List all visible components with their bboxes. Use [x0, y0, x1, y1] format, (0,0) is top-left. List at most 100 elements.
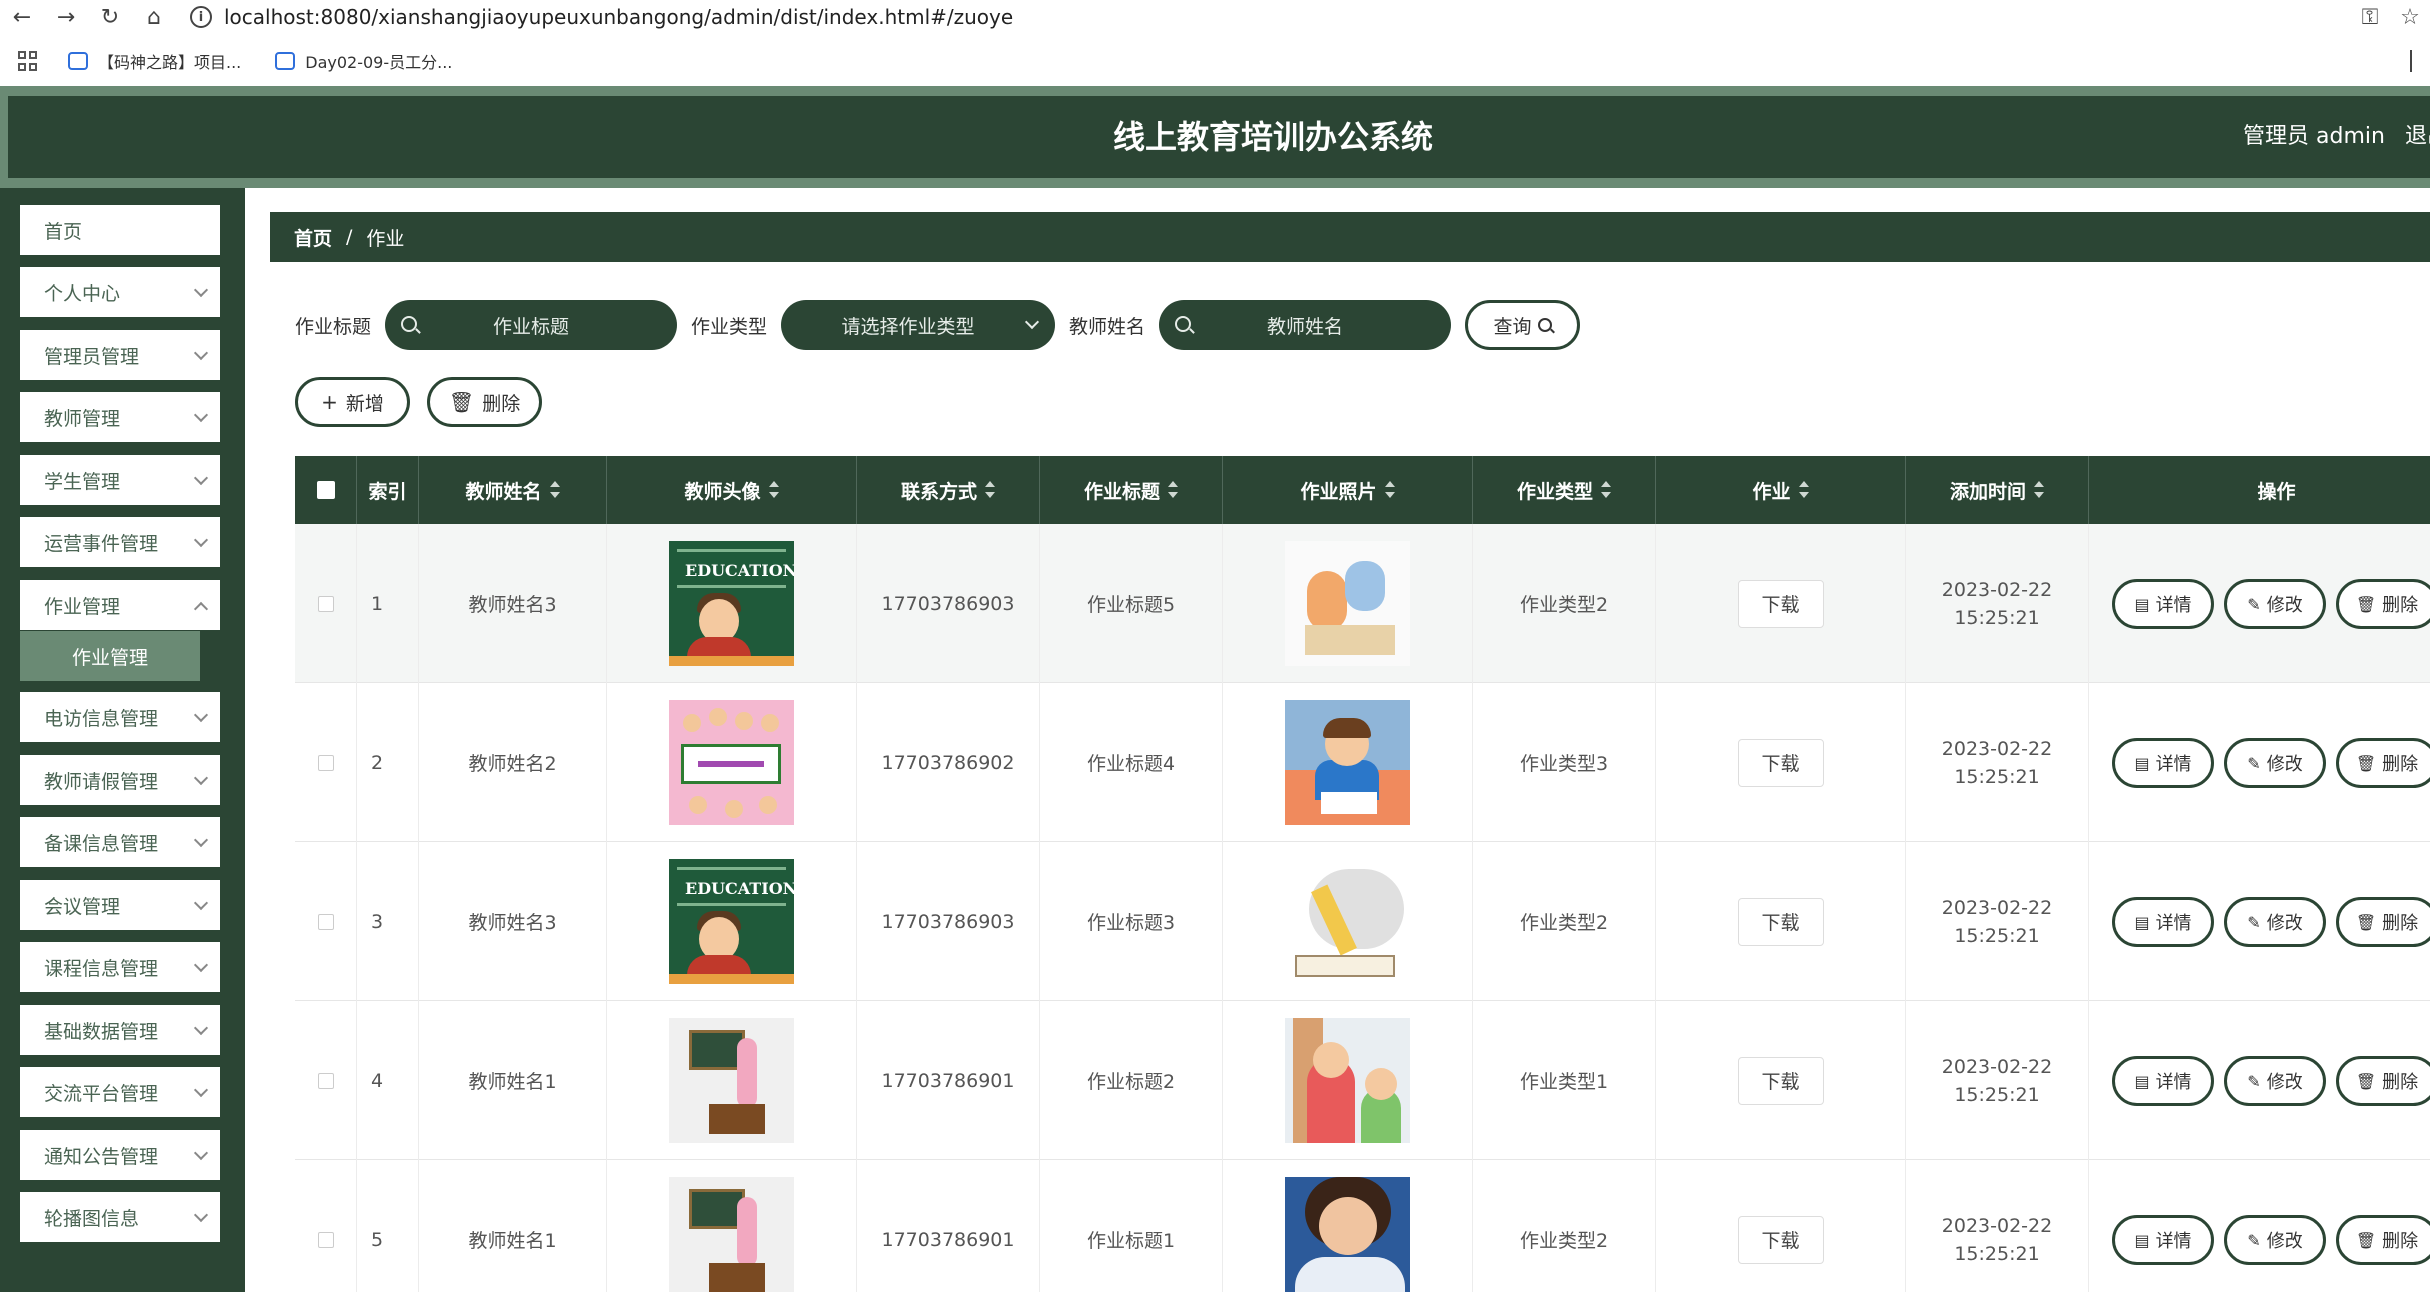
- sidebar-item-course-info[interactable]: 课程信息管理: [20, 942, 220, 992]
- sort-icon[interactable]: [1384, 481, 1395, 499]
- row-delete-button[interactable]: 🗑 删除: [2336, 579, 2430, 629]
- sidebar-item-label: 基础数据管理: [44, 1020, 159, 1043]
- breadcrumb-home[interactable]: 首页: [294, 224, 332, 251]
- detail-button[interactable]: ▤ 详情: [2112, 1056, 2214, 1106]
- table-row: 4 教师姓名1 17703786901 作业标题2 作业类型1 下载 2023-…: [295, 1001, 2430, 1160]
- sidebar-item-teacher-management[interactable]: 教师管理: [20, 392, 220, 442]
- reload-icon[interactable]: ↻: [88, 0, 132, 34]
- education-teacher-avatar-icon[interactable]: EDUCATION: [669, 859, 794, 984]
- add-button[interactable]: + 新增: [295, 377, 410, 427]
- batch-delete-button[interactable]: 🗑 删除: [427, 377, 542, 427]
- select-all-checkbox[interactable]: [316, 481, 335, 499]
- sidebar-item-lesson-prep[interactable]: 备课信息管理: [20, 817, 220, 867]
- row-delete-button[interactable]: 🗑 删除: [2336, 1056, 2430, 1106]
- bookmark-item[interactable]: 【码神之路】项目...: [68, 49, 241, 73]
- cell-teacher-name: 教师姓名3: [419, 842, 607, 1001]
- type-select[interactable]: 请选择作业类型: [781, 300, 1056, 350]
- two-girls-photo-icon[interactable]: [1285, 1018, 1410, 1143]
- cell-avatar: [607, 1001, 857, 1160]
- blackboard-teacher-avatar-icon[interactable]: [669, 1177, 794, 1292]
- sidebar-item-operation-events[interactable]: 运营事件管理: [20, 517, 220, 567]
- download-button[interactable]: 下载: [1737, 1215, 1824, 1264]
- sidebar-item-teacher-leave[interactable]: 教师请假管理: [20, 755, 220, 805]
- sidebar-item-basic-data[interactable]: 基础数据管理: [20, 1005, 220, 1055]
- sort-icon[interactable]: [768, 481, 779, 499]
- back-icon[interactable]: ←: [0, 0, 44, 34]
- time-text: 2023-02-22 15:25:21: [1941, 737, 2053, 788]
- sidebar-item-admin-management[interactable]: 管理员管理: [20, 330, 220, 380]
- download-button[interactable]: 下载: [1737, 1056, 1824, 1105]
- site-info-icon[interactable]: i: [190, 6, 212, 28]
- kids-studying-photo-icon[interactable]: [1285, 541, 1410, 666]
- girl-writing-photo-icon[interactable]: [1285, 1177, 1410, 1292]
- edit-button[interactable]: ✎ 修改: [2224, 1215, 2326, 1265]
- query-button[interactable]: 查询: [1465, 300, 1581, 350]
- edit-button[interactable]: ✎ 修改: [2224, 897, 2326, 947]
- download-button[interactable]: 下载: [1737, 738, 1824, 787]
- sort-icon[interactable]: [1601, 481, 1611, 499]
- boy-writing-photo-icon[interactable]: [1285, 700, 1410, 825]
- classroom-kids-avatar-icon[interactable]: [669, 700, 794, 825]
- sidebar-subitem-homework[interactable]: 作业管理: [20, 631, 200, 681]
- header-avatar[interactable]: 教师头像: [607, 456, 857, 524]
- sidebar-item-notice[interactable]: 通知公告管理: [20, 1130, 220, 1180]
- cell-type: 作业类型1: [1473, 1001, 1656, 1160]
- sidebar-item-home[interactable]: 首页: [20, 205, 220, 255]
- sidebar-item-student-management[interactable]: 学生管理: [20, 455, 220, 505]
- sort-icon[interactable]: [985, 481, 995, 499]
- teacher-search-input[interactable]: 教师姓名: [1159, 300, 1452, 350]
- detail-button[interactable]: ▤ 详情: [2112, 897, 2214, 947]
- header-contact[interactable]: 联系方式: [857, 456, 1040, 524]
- row-delete-button[interactable]: 🗑 删除: [2336, 1215, 2430, 1265]
- forward-icon[interactable]: →: [44, 0, 88, 34]
- sidebar-item-forum[interactable]: 交流平台管理: [20, 1067, 220, 1117]
- header-title[interactable]: 作业标题: [1040, 456, 1223, 524]
- sidebar-item-meeting[interactable]: 会议管理: [20, 880, 220, 930]
- header-file[interactable]: 作业: [1656, 456, 1906, 524]
- cell-avatar: [607, 683, 857, 842]
- row-checkbox[interactable]: [317, 595, 334, 612]
- row-delete-button[interactable]: 🗑 删除: [2336, 897, 2430, 947]
- sort-icon[interactable]: [1168, 481, 1178, 499]
- detail-button[interactable]: ▤ 详情: [2112, 579, 2214, 629]
- url-field[interactable]: localhost:8080/xianshangjiaoyupeuxunbang…: [224, 5, 1013, 29]
- detail-button[interactable]: ▤ 详情: [2112, 738, 2214, 788]
- bookmark-item[interactable]: Day02-09-员工分...: [275, 49, 452, 73]
- header-ops: 操作: [2089, 456, 2430, 524]
- header-photo[interactable]: 作业照片: [1223, 456, 1473, 524]
- sort-icon[interactable]: [1798, 481, 1809, 499]
- education-teacher-avatar-icon[interactable]: EDUCATION: [669, 541, 794, 666]
- logout-link[interactable]: 退出: [2405, 96, 2430, 178]
- pencil-icon: ✎: [2247, 1071, 2261, 1091]
- sidebar-item-homework-management[interactable]: 作业管理: [20, 580, 220, 630]
- sidebar-item-carousel[interactable]: 轮播图信息: [20, 1192, 220, 1242]
- browser-address-bar: ← → ↻ ⌂ i localhost:8080/xianshangjiaoyu…: [0, 0, 2430, 34]
- edit-button[interactable]: ✎ 修改: [2224, 579, 2326, 629]
- blackboard-teacher-avatar-icon[interactable]: [669, 1018, 794, 1143]
- row-checkbox[interactable]: [317, 1072, 334, 1089]
- sidebar-item-phone-visit[interactable]: 电访信息管理: [20, 692, 220, 742]
- sort-icon[interactable]: [2034, 481, 2044, 499]
- sidebar-item-personal-center[interactable]: 个人中心: [20, 267, 220, 317]
- header-teacher-name[interactable]: 教师姓名: [419, 456, 607, 524]
- header-type[interactable]: 作业类型: [1473, 456, 1656, 524]
- edit-button[interactable]: ✎ 修改: [2224, 738, 2326, 788]
- download-button[interactable]: 下载: [1737, 579, 1824, 628]
- bookmark-star-icon[interactable]: ☆: [2390, 5, 2430, 30]
- password-key-icon[interactable]: ⚿: [2350, 5, 2390, 30]
- pencil-book-photo-icon[interactable]: [1285, 859, 1410, 984]
- header-time[interactable]: 添加时间: [1906, 456, 2089, 524]
- title-search-input[interactable]: 作业标题: [385, 300, 678, 350]
- apps-grid-icon[interactable]: [18, 51, 38, 71]
- download-button[interactable]: 下载: [1737, 897, 1824, 946]
- detail-button[interactable]: ▤ 详情: [2112, 1215, 2214, 1265]
- row-checkbox[interactable]: [317, 913, 334, 930]
- cell-file: 下载: [1656, 524, 1906, 683]
- sort-icon[interactable]: [549, 481, 560, 499]
- row-delete-button[interactable]: 🗑 删除: [2336, 738, 2430, 788]
- row-checkbox[interactable]: [317, 1231, 334, 1248]
- home-icon[interactable]: ⌂: [132, 0, 176, 34]
- row-checkbox[interactable]: [317, 754, 334, 771]
- edit-button[interactable]: ✎ 修改: [2224, 1056, 2326, 1106]
- cell-teacher-name: 教师姓名2: [419, 683, 607, 842]
